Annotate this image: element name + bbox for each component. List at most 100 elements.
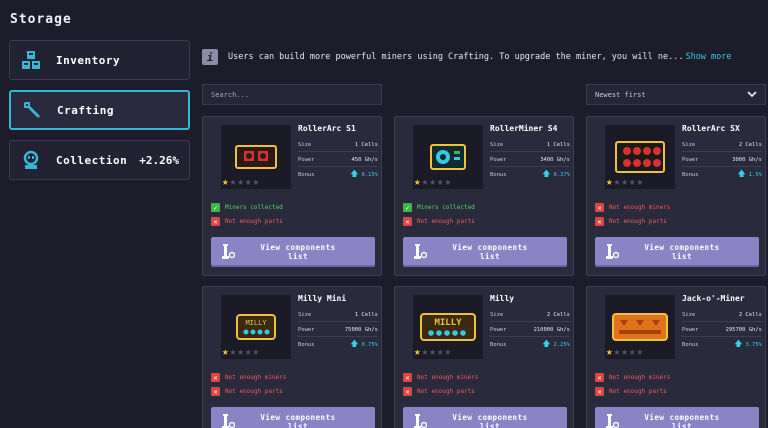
spec-label: Power [490,326,507,333]
star-icon: ★ [436,175,444,188]
spec-label: Bonus [490,342,507,348]
spec-size: Size 2 Cells [490,308,570,322]
spec-value: 3000 Gh/s [732,156,762,163]
star-icon: ★ [606,345,613,358]
view-components-button[interactable]: View components list [403,237,567,267]
cross-icon: ✕ [211,373,220,382]
spec-value: 🡅 2.25% [542,338,570,352]
rating-stars: ★ ★ ★ ★ ★ [606,176,643,187]
spec-value: 1 Cells [354,141,378,148]
spec-label: Size [490,311,504,318]
rating-stars: ★ ★ ★ ★ ★ [414,346,451,357]
status-row: ✕ Not enough miners [403,373,478,382]
collection-bonus-badge: +2.26% [139,153,179,167]
spec-label: Size [682,311,696,318]
star-icon: ★ [621,345,628,358]
miner-name: RollerArc S1 [298,124,356,133]
label-line: list [287,422,309,428]
status-row: ✕ Not enough miners [211,373,286,382]
spec-value: 2 Cells [738,311,762,318]
status-text: Not enough parts [609,388,667,395]
arrow-up-icon: 🡅 [737,169,746,178]
button-label: View components list [619,243,759,261]
arrow-up-icon: 🡅 [350,169,359,178]
spec-value: 295700 Gh/s [725,326,762,333]
star-icon: ★ [229,345,237,358]
spec-power: Power 75000 Gh/s [298,323,378,337]
inventory-icon [20,49,42,71]
check-icon: ✓ [211,203,220,212]
spec-bonus: Bonus 🡅 0.75% [298,338,378,352]
sidebar-item-inventory[interactable]: Inventory [9,40,190,80]
status-text: Not enough miners [417,374,479,381]
view-components-button[interactable]: View components list [595,407,759,428]
miner-card: MILLY ★ ★ ★ ★ ★ Milly Mini Size 1 Cells Power… [202,286,382,428]
cross-icon: ✕ [403,217,412,226]
cross-icon: ✕ [403,387,412,396]
star-icon: ★ [628,175,636,188]
spec-value: 2 Cells [738,141,762,148]
spec-power: Power 3000 Gh/s [682,153,762,167]
info-icon: i [202,49,218,65]
star-icon: ★ [222,175,229,188]
star-icon: ★ [429,345,436,358]
status-text: Not enough parts [225,218,283,225]
label-line: list [479,252,501,261]
spec-label: Bonus [490,172,507,178]
bonus-value: 0.75% [361,342,378,348]
sidebar: Inventory Crafting Collection +2.26% [9,40,190,190]
button-label: View components list [235,413,375,428]
search-input[interactable] [202,84,382,105]
label-line: View components [452,413,528,422]
star-icon: ★ [421,345,429,358]
view-components-button[interactable]: View components list [211,237,375,267]
status-row: ✓ Miners collected [211,203,283,212]
arrow-up-icon: 🡅 [734,339,743,348]
svg-text:MILLY: MILLY [245,319,267,327]
status-text: Not enough parts [417,218,475,225]
spec-label: Power [490,156,507,163]
spec-size: Size 2 Cells [682,138,762,152]
spec-label: Power [682,326,699,333]
bonus-value: 0.15% [361,172,378,178]
robot-icon [20,149,42,171]
wrench-icon [221,244,235,260]
bonus-value: 2.25% [553,342,570,348]
star-icon: ★ [421,175,429,188]
label-line: list [671,252,693,261]
miner-name: RollerArc SX [682,124,740,133]
button-label: View components list [427,413,567,428]
view-components-button[interactable]: View components list [403,407,567,428]
view-components-button[interactable]: View components list [595,237,759,267]
status-row: ✕ Not enough parts [403,387,475,396]
sort-value: Newest first [595,90,646,99]
spec-label: Bonus [682,342,699,348]
star-icon: ★ [429,175,436,188]
star-icon: ★ [414,345,421,358]
star-icon: ★ [414,175,421,188]
label-line: list [287,252,309,261]
sidebar-item-label: Inventory [56,53,121,67]
cross-icon: ✕ [595,203,604,212]
status-text: Miners collected [225,204,283,211]
sidebar-item-label: Crafting [57,103,114,117]
sidebar-item-collection[interactable]: Collection +2.26% [9,140,190,180]
sort-dropdown[interactable]: Newest first [586,84,766,105]
spec-power: Power 210000 Gh/s [490,323,570,337]
spec-value: 210000 Gh/s [533,326,570,333]
spec-label: Size [490,141,504,148]
cross-icon: ✕ [595,387,604,396]
star-icon: ★ [636,175,644,188]
sidebar-item-crafting[interactable]: Crafting [9,90,190,130]
spec-size: Size 1 Cells [298,308,378,322]
status-text: Not enough miners [609,204,671,211]
status-row: ✓ Miners collected [403,203,475,212]
show-more-link[interactable]: Show more [685,52,731,62]
star-icon: ★ [613,345,621,358]
miner-card: ★ ★ ★ ★ ★ RollerArc SX Size 2 Cells Power 3000… [586,116,766,276]
chevron-down-icon [747,91,757,98]
status-row: ✕ Not enough parts [595,217,667,226]
view-components-button[interactable]: View components list [211,407,375,428]
label-line: View components [260,413,336,422]
cross-icon: ✕ [211,217,220,226]
